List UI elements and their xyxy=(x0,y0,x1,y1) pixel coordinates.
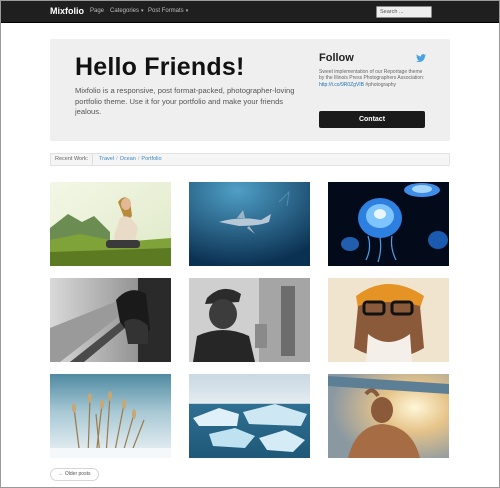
train-window-photo xyxy=(50,278,171,362)
gallery-item-surfer[interactable] xyxy=(328,374,449,458)
nav-item-label: Page xyxy=(90,8,105,14)
gallery-item-shark[interactable] xyxy=(189,182,310,266)
filter-link-portfolio[interactable]: Portfolio xyxy=(141,156,161,162)
frosted-grass-photo xyxy=(50,374,171,458)
surfer-sunset-photo xyxy=(328,374,449,458)
gallery-item-icebergs[interactable] xyxy=(189,374,310,458)
follow-heading: Follow xyxy=(319,52,354,64)
gallery-item-woman-on-hill[interactable] xyxy=(50,182,171,266)
tweet-hashtag: #photography xyxy=(364,81,397,88)
jellyfish-photo xyxy=(328,182,449,266)
older-posts-button[interactable]: ← Older posts xyxy=(50,468,99,481)
hero-description: Mixfolio is a responsive, post format-pa… xyxy=(75,86,295,117)
gallery-item-train-window[interactable] xyxy=(50,278,171,362)
icebergs-photo xyxy=(189,374,310,458)
caret-down-icon: ▾ xyxy=(141,8,144,14)
nav-item-label: Categories xyxy=(110,8,140,14)
breadcrumb-separator: / xyxy=(137,156,140,162)
tweet-link[interactable]: http://t.co/9R0ZgVIB xyxy=(319,82,364,88)
nav-item-post-formats[interactable]: Post Formats ▾ xyxy=(148,8,188,14)
tweet-body: Sweet implementation of our Reportage th… xyxy=(319,69,425,82)
recent-work-bar: Recent Work: Travel / Ocean / Portfolio xyxy=(50,153,450,166)
filter-link-ocean[interactable]: Ocean xyxy=(120,156,136,162)
hero-title: Hello Friends! xyxy=(75,53,245,81)
woman-on-hill-photo xyxy=(50,182,171,266)
twitter-bird-icon[interactable] xyxy=(416,54,426,62)
nav-item-categories[interactable]: Categories ▾ xyxy=(110,8,144,14)
search-input[interactable]: Search ... xyxy=(376,6,432,18)
recent-work-filters: Travel / Ocean / Portfolio xyxy=(99,154,162,165)
gallery-item-frosted-grass[interactable] xyxy=(50,374,171,458)
gallery-item-jellyfish[interactable] xyxy=(328,182,449,266)
tweet-text: Sweet implementation of our Reportage th… xyxy=(319,69,427,88)
nav-item-label: Post Formats xyxy=(148,8,184,14)
filter-link-travel[interactable]: Travel xyxy=(99,156,114,162)
gallery-item-man-in-cap[interactable] xyxy=(189,278,310,362)
man-in-cap-photo xyxy=(189,278,310,362)
breadcrumb-separator: / xyxy=(116,156,118,162)
site-brand[interactable]: Mixfolio xyxy=(50,6,84,16)
top-navbar: Mixfolio Page Categories ▾ Post Formats ▾ … xyxy=(1,1,499,23)
gallery-item-old-man-glasses[interactable] xyxy=(328,278,449,362)
nav-item-page[interactable]: Page xyxy=(90,8,104,14)
hero-unit: Hello Friends! Mixfolio is a responsive,… xyxy=(50,39,450,141)
recent-work-label: Recent Work: xyxy=(51,154,94,165)
old-man-glasses-photo xyxy=(328,278,449,362)
contact-button[interactable]: Contact xyxy=(319,111,425,128)
shark-underwater-photo xyxy=(189,182,310,266)
caret-down-icon: ▾ xyxy=(185,8,189,14)
